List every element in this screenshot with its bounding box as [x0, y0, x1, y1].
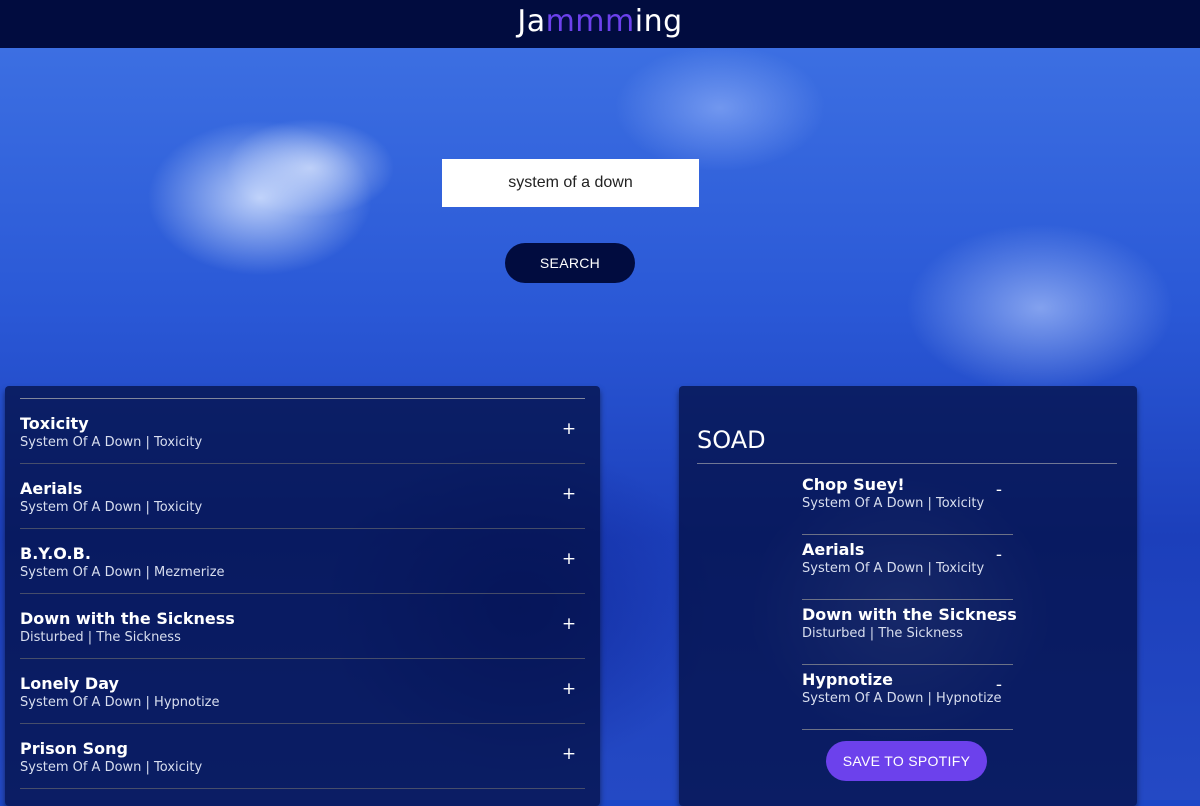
remove-track-button[interactable]: - — [991, 545, 1007, 565]
app-header: Jammming — [0, 0, 1200, 48]
app-logo: Jammming — [0, 2, 1200, 42]
track-name: Down with the Sickness — [20, 609, 235, 628]
track-info: Disturbed | The Sickness — [802, 626, 963, 641]
add-track-button[interactable]: + — [561, 419, 577, 439]
add-track-button[interactable]: + — [561, 549, 577, 569]
remove-track-button[interactable]: - — [991, 675, 1007, 695]
logo-prefix: Ja — [517, 4, 546, 39]
add-track-button[interactable]: + — [561, 744, 577, 764]
add-track-button[interactable]: + — [561, 484, 577, 504]
result-track: Prison Song System Of A Down | Toxicity … — [20, 724, 585, 789]
track-name: Down with the Sickness — [802, 605, 1017, 624]
track-info: System Of A Down | Toxicity — [20, 500, 203, 515]
search-results-panel: Toxicity System Of A Down | Toxicity + A… — [5, 386, 600, 806]
track-name: Lonely Day — [20, 674, 119, 693]
track-info: System Of A Down | Toxicity — [20, 760, 203, 775]
track-info: System Of A Down | Toxicity — [802, 561, 985, 576]
search-button[interactable]: SEARCH — [505, 243, 635, 283]
add-track-button[interactable]: + — [561, 614, 577, 634]
track-info: Disturbed | The Sickness — [20, 630, 181, 645]
playlist-track: Chop Suey! System Of A Down | Toxicity - — [802, 470, 1013, 535]
track-info: System Of A Down | Hypnotize — [802, 691, 1002, 706]
result-track: B.Y.O.B. System Of A Down | Mezmerize + — [20, 529, 585, 594]
playlist-track: Aerials System Of A Down | Toxicity - — [802, 535, 1013, 600]
track-name: B.Y.O.B. — [20, 544, 91, 563]
track-name: Chop Suey! — [802, 475, 905, 494]
result-track: Toxicity System Of A Down | Toxicity + — [20, 399, 585, 464]
playlist-panel: SOAD Chop Suey! System Of A Down | Toxic… — [679, 386, 1137, 806]
playlist-track: Hypnotize System Of A Down | Hypnotize - — [802, 665, 1013, 730]
result-track: Lonely Day System Of A Down | Hypnotize … — [20, 659, 585, 724]
track-name: Aerials — [20, 479, 83, 498]
track-name: Aerials — [802, 540, 865, 559]
track-name: Prison Song — [20, 739, 128, 758]
search-input[interactable] — [442, 159, 699, 207]
track-name: Toxicity — [20, 414, 89, 433]
add-track-button[interactable]: + — [561, 679, 577, 699]
track-info: System Of A Down | Toxicity — [802, 496, 985, 511]
playlist-name-input[interactable]: SOAD — [697, 424, 1117, 464]
result-track: Aerials System Of A Down | Toxicity + — [20, 464, 585, 529]
result-track: Down with the Sickness Disturbed | The S… — [20, 594, 585, 659]
playlist-track: Down with the Sickness Disturbed | The S… — [802, 600, 1017, 665]
track-name: Hypnotize — [802, 670, 893, 689]
track-info: System Of A Down | Hypnotize — [20, 695, 220, 710]
save-to-spotify-button[interactable]: SAVE TO SPOTIFY — [826, 741, 987, 781]
remove-track-button[interactable]: - — [991, 480, 1007, 500]
remove-track-button[interactable]: - — [991, 610, 1007, 630]
logo-accent: mmm — [545, 4, 635, 39]
track-info: System Of A Down | Mezmerize — [20, 565, 225, 580]
logo-suffix: ing — [634, 4, 683, 39]
track-info: System Of A Down | Toxicity — [20, 435, 203, 450]
